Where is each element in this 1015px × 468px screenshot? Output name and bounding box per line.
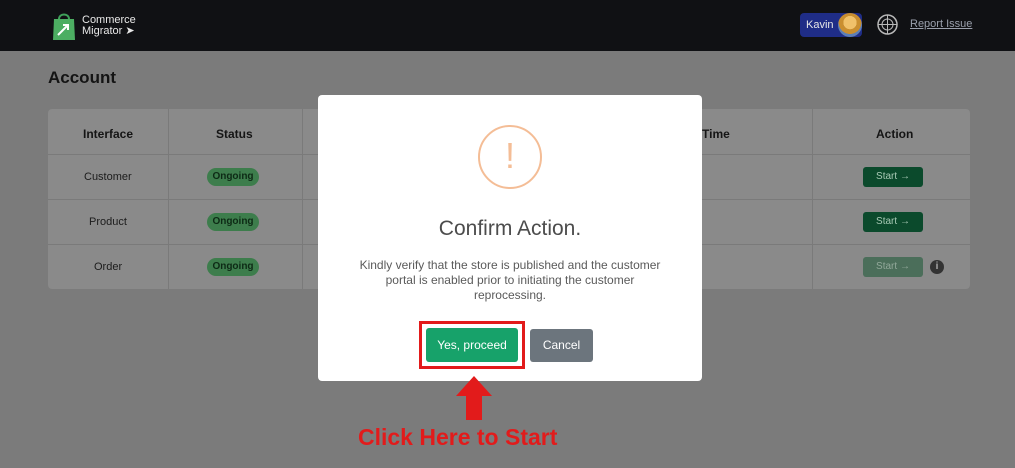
start-button[interactable]: Start → [863,212,923,232]
cancel-button[interactable]: Cancel [530,329,593,362]
column-header-action: Action [876,127,914,141]
globe-icon[interactable] [877,14,898,35]
user-name: Kavin [806,19,834,31]
start-button[interactable]: Start → [863,167,923,187]
table-cell-interface: Customer [84,171,132,183]
top-bar: Commerce Migrator ➤ Kavin Report Issue [0,0,1015,51]
shopping-bag-logo-icon [53,13,75,40]
exclamation-mark-icon: ! [504,135,515,176]
dialog-title: Confirm Action. [438,217,582,240]
page-title: Account [48,68,116,87]
brand-line-2: Migrator ➤ [82,25,135,37]
report-issue-link[interactable]: Report Issue [910,18,972,30]
status-badge: Ongoing [207,213,259,231]
brand-name: Commerce Migrator ➤ [82,15,136,37]
column-header-interface: Interface [83,127,134,141]
status-badge: Ongoing [207,168,259,186]
column-header-status: Status [216,127,253,141]
instruction-text: Click Here to Start [358,424,558,450]
confirm-dialog: ! Confirm Action. Kindly verify that the… [318,95,702,381]
avatar [838,13,862,37]
send-arrow-icon: ➤ [125,25,135,37]
status-badge: Ongoing [207,258,259,276]
start-button-disabled: Start → [863,257,923,277]
info-icon[interactable]: i [930,260,944,274]
column-header-time: Time [702,127,730,141]
yes-proceed-button[interactable]: Yes, proceed [426,328,518,362]
up-arrow-icon [456,376,492,420]
table-cell-interface: Order [94,261,123,273]
exclamation-circle-icon: ! [478,125,542,189]
user-menu[interactable]: Kavin [800,13,862,37]
table-cell-interface: Product [89,216,127,228]
dialog-message: Kindly verify that the store is publishe… [359,258,661,302]
